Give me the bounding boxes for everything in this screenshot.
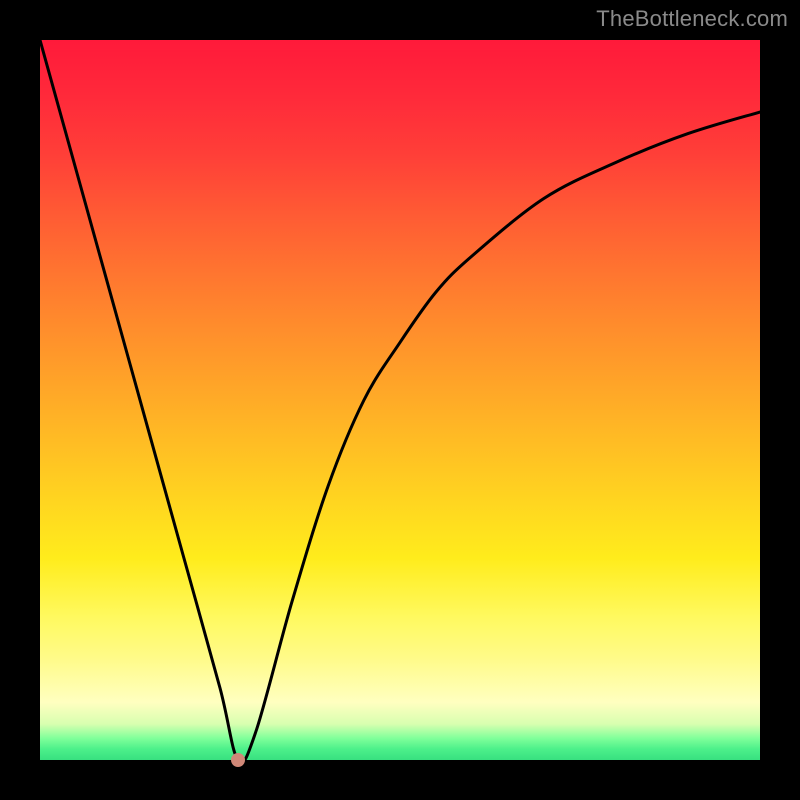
chart-stage: TheBottleneck.com [0, 0, 800, 800]
optimal-point-marker [231, 753, 245, 767]
bottleneck-curve [40, 40, 760, 760]
watermark-text: TheBottleneck.com [596, 6, 788, 32]
